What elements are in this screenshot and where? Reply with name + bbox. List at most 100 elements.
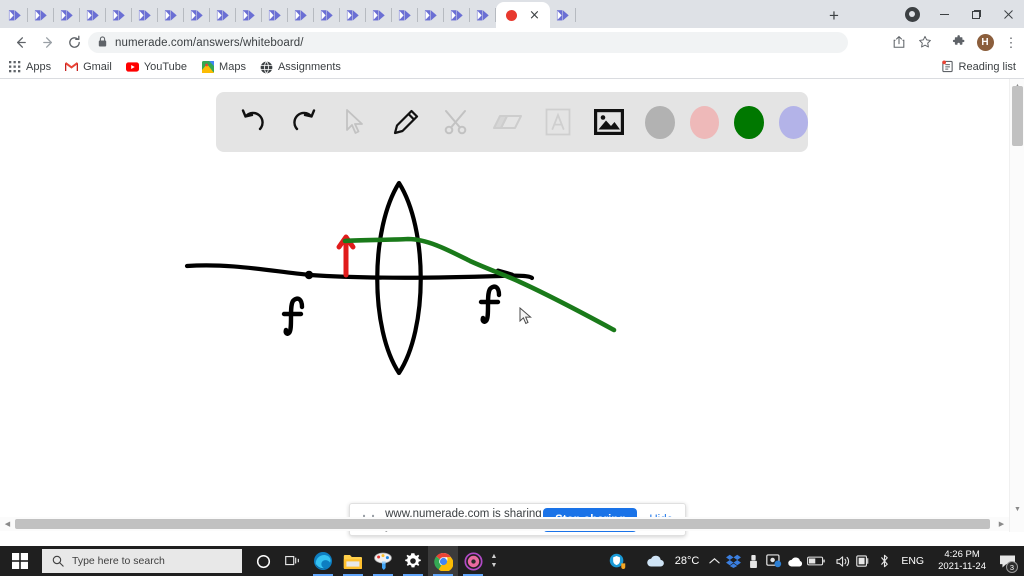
play-triangle-favicon <box>294 9 307 20</box>
play-triangle-favicon <box>164 9 177 20</box>
browser-tab[interactable] <box>418 2 444 28</box>
notification-center-button[interactable]: 3 <box>994 546 1020 576</box>
taskbar-chrome[interactable] <box>428 546 458 576</box>
weather-cloud-icon[interactable] <box>641 546 671 576</box>
play-triangle-favicon <box>346 9 359 20</box>
vertical-scroll-thumb[interactable] <box>1012 86 1023 146</box>
browser-tab[interactable] <box>444 2 470 28</box>
minimize-button[interactable] <box>928 0 960 28</box>
taskbar-search-box[interactable]: Type here to search <box>42 549 242 573</box>
scroll-right-arrow[interactable]: ▶ <box>994 517 1009 531</box>
battery-icon[interactable] <box>805 546 827 576</box>
reload-button[interactable] <box>60 28 88 56</box>
browser-tab[interactable] <box>210 2 236 28</box>
avatar-letter: H <box>976 33 994 51</box>
taskbar-edge[interactable] <box>308 546 338 576</box>
play-triangle-favicon <box>138 9 151 20</box>
bookmark-label: Gmail <box>83 61 112 73</box>
browser-tab[interactable] <box>340 2 366 28</box>
browser-tab[interactable] <box>184 2 210 28</box>
chrome-menu-button[interactable]: ⋮ <box>998 28 1024 56</box>
maximize-button[interactable] <box>960 0 992 28</box>
browser-tab[interactable] <box>262 2 288 28</box>
taskbar-settings[interactable] <box>398 546 428 576</box>
task-view-button[interactable] <box>278 546 308 576</box>
reading-list-label: Reading list <box>958 60 1016 73</box>
reading-list-button[interactable]: Reading list <box>941 60 1016 73</box>
close-tab-icon[interactable]: × <box>529 9 540 22</box>
bookmark-apps[interactable]: Apps <box>8 61 51 74</box>
new-tab-button[interactable]: + <box>823 4 845 26</box>
horizontal-scroll-thumb[interactable] <box>15 519 990 529</box>
taskbar-paint[interactable] <box>368 546 398 576</box>
overflow-down-glyph: ▼ <box>490 562 498 569</box>
scroll-down-arrow[interactable]: ▼ <box>1010 502 1024 517</box>
youtube-icon <box>125 61 139 74</box>
play-triangle-favicon <box>242 9 255 20</box>
back-button[interactable] <box>6 28 34 56</box>
profile-avatar[interactable]: H <box>972 28 998 56</box>
display-icon[interactable] <box>853 546 873 576</box>
onedrive-icon[interactable] <box>785 546 805 576</box>
extensions-button[interactable] <box>946 28 972 56</box>
tray-expand-chevron[interactable] <box>705 546 723 576</box>
profile-switch-button[interactable] <box>896 0 928 28</box>
lock-icon <box>98 36 107 49</box>
browser-tab[interactable] <box>2 2 28 28</box>
browser-tab[interactable] <box>366 2 392 28</box>
active-tab[interactable]: × <box>496 2 550 28</box>
browser-tab[interactable] <box>80 2 106 28</box>
bluetooth-icon[interactable] <box>873 546 895 576</box>
bookmark-star-button[interactable] <box>912 28 938 56</box>
focal-label-left <box>281 296 305 336</box>
browser-tab[interactable] <box>132 2 158 28</box>
reload-icon <box>68 35 80 48</box>
language-indicator[interactable]: ENG <box>895 555 930 567</box>
start-button[interactable] <box>0 546 40 576</box>
taskbar-clock[interactable]: 4:26 PM 2021-11-24 <box>930 549 994 573</box>
play-triangle-favicon <box>190 9 203 20</box>
browser-tab[interactable] <box>392 2 418 28</box>
bookmark-gmail[interactable]: Gmail <box>65 61 112 74</box>
navigation-toolbar: numerade.com/answers/whiteboard/ H ⋮ <box>0 28 1024 56</box>
browser-tab[interactable] <box>158 2 184 28</box>
vertical-scrollbar[interactable]: ▲ ▼ <box>1009 79 1024 532</box>
usb-icon[interactable] <box>743 546 763 576</box>
maps-icon <box>201 61 214 74</box>
whiteboard-canvas[interactable] <box>0 79 1009 531</box>
taskbar-overflow-scroll[interactable]: ▲ ▼ <box>488 546 500 576</box>
star-icon <box>919 35 931 48</box>
browser-tab[interactable] <box>54 2 80 28</box>
browser-tab[interactable] <box>28 2 54 28</box>
play-triangle-favicon <box>320 9 333 20</box>
volume-icon[interactable] <box>833 546 853 576</box>
address-bar[interactable]: numerade.com/answers/whiteboard/ <box>88 32 848 53</box>
close-window-button[interactable] <box>992 0 1024 28</box>
antivirus-icon[interactable] <box>763 546 785 576</box>
browser-tab[interactable] <box>106 2 132 28</box>
browser-tab[interactable] <box>550 2 576 28</box>
play-triangle-favicon <box>216 9 229 20</box>
cortana-button[interactable] <box>248 546 278 576</box>
browser-tab[interactable] <box>236 2 262 28</box>
taskbar-media-player[interactable] <box>458 546 488 576</box>
browser-tab[interactable] <box>288 2 314 28</box>
share-button[interactable] <box>886 28 912 56</box>
bookmark-youtube[interactable]: YouTube <box>125 61 187 74</box>
scroll-left-arrow[interactable]: ◀ <box>0 517 15 531</box>
bookmark-assignments[interactable]: Assignments <box>260 60 341 74</box>
dropbox-icon[interactable] <box>723 546 743 576</box>
overflow-up-glyph: ▲ <box>490 553 498 560</box>
search-icon <box>52 555 64 567</box>
windows-logo-icon <box>12 553 28 569</box>
bookmark-maps[interactable]: Maps <box>201 61 246 74</box>
browser-tab[interactable] <box>314 2 340 28</box>
horizontal-scrollbar[interactable]: ◀ ▶ <box>0 517 1009 531</box>
tab-separator <box>575 8 576 22</box>
play-triangle-favicon <box>450 9 463 20</box>
taskbar-file-explorer[interactable] <box>338 546 368 576</box>
browser-tab[interactable] <box>470 2 496 28</box>
security-shield-icon[interactable] <box>605 546 631 576</box>
bookmark-label: Maps <box>219 61 246 73</box>
forward-button[interactable] <box>34 28 62 56</box>
